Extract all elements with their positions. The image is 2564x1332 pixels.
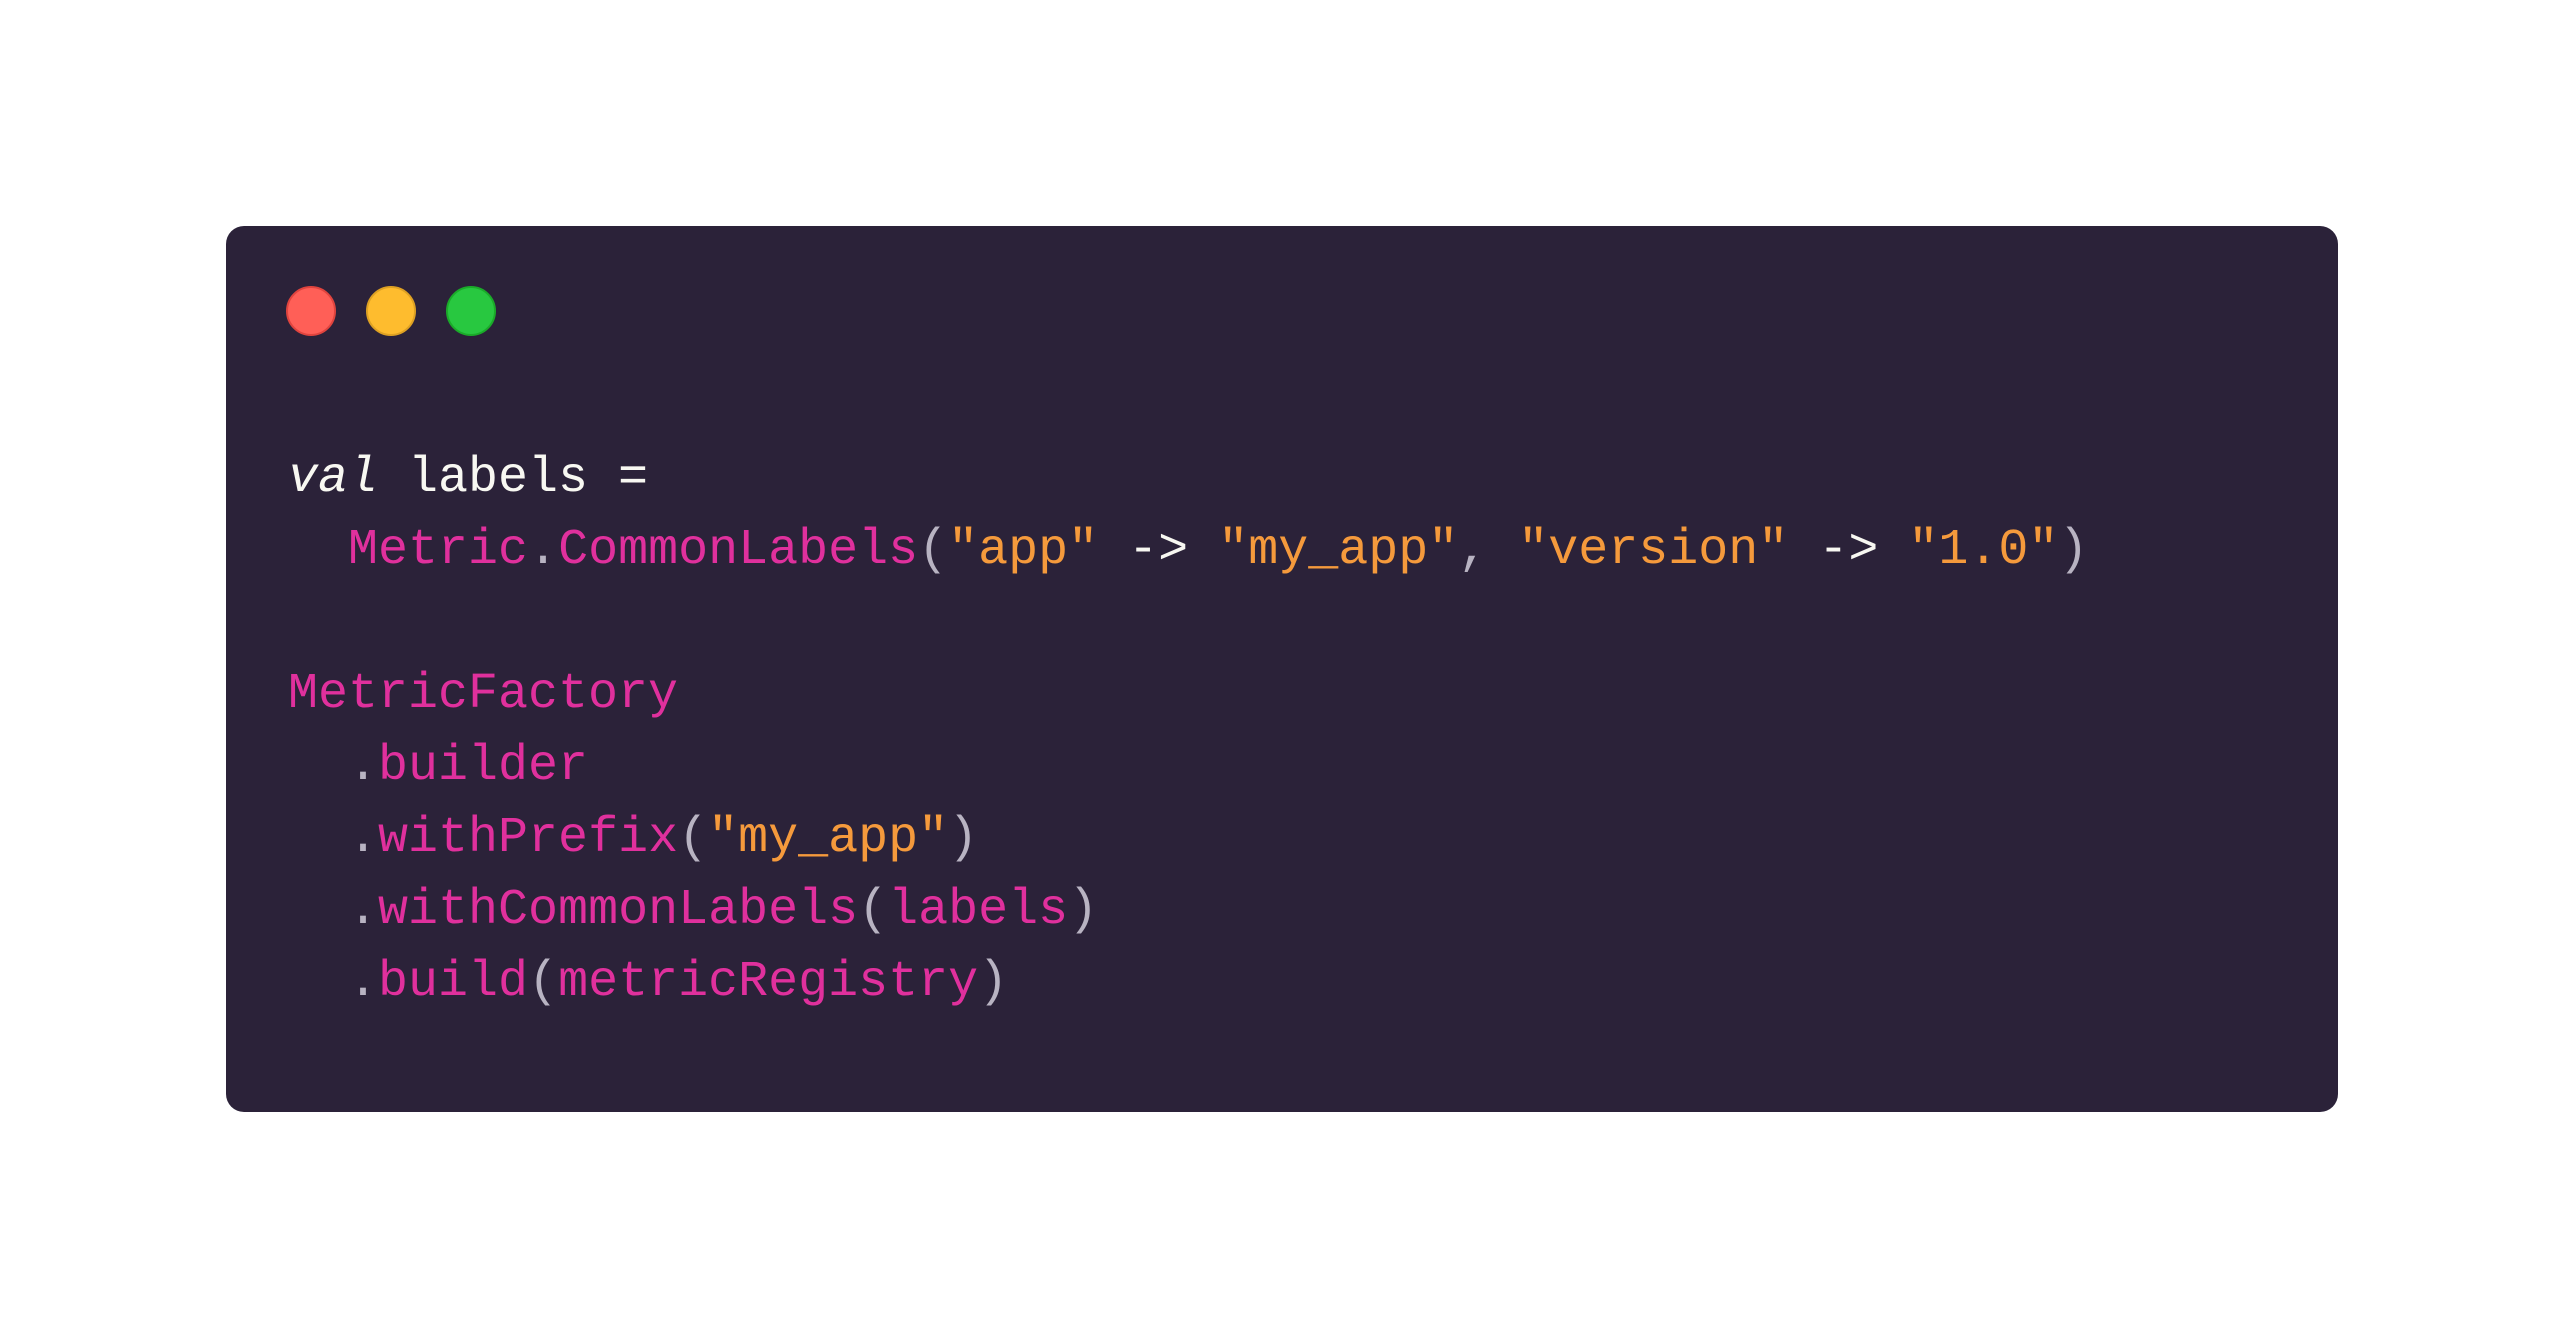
- code-line-5: .builder: [288, 731, 2088, 803]
- common-labels-call: CommonLabels: [558, 522, 919, 579]
- dot-operator: .: [348, 738, 379, 795]
- metric-factory-object: MetricFactory: [288, 666, 679, 723]
- labels-argument: labels: [888, 882, 1069, 939]
- keyword-val: val: [288, 450, 379, 507]
- builder-call: builder: [378, 738, 589, 795]
- dot-operator: .: [348, 810, 379, 867]
- code-block: val labels = Metric.CommonLabels("app" -…: [288, 443, 2088, 1019]
- code-line-7: .withCommonLabels(labels): [288, 875, 2088, 947]
- string-version-number: "1.0": [1908, 522, 2059, 579]
- arrow-operator: ->: [1098, 522, 1219, 579]
- open-paren: (: [678, 810, 709, 867]
- dot-operator: .: [528, 522, 559, 579]
- code-line-1: val labels =: [288, 443, 2088, 515]
- open-paren: (: [858, 882, 889, 939]
- maximize-dot-icon[interactable]: [446, 286, 496, 336]
- code-line-2: Metric.CommonLabels("app" -> "my_app", "…: [288, 515, 2088, 587]
- open-paren: (: [918, 522, 949, 579]
- labels-declaration: labels =: [378, 450, 649, 507]
- dot-operator: .: [348, 954, 379, 1011]
- comma: ,: [1458, 522, 1519, 579]
- string-version: "version": [1518, 522, 1789, 579]
- string-app: "app": [948, 522, 1099, 579]
- dot-operator: .: [348, 882, 379, 939]
- window-controls: [286, 286, 496, 336]
- code-window: val labels = Metric.CommonLabels("app" -…: [226, 226, 2338, 1112]
- open-paren: (: [528, 954, 559, 1011]
- with-prefix-call: withPrefix: [378, 810, 679, 867]
- metric-registry-argument: metricRegistry: [558, 954, 979, 1011]
- close-dot-icon[interactable]: [286, 286, 336, 336]
- with-common-labels-call: withCommonLabels: [378, 882, 859, 939]
- metric-object: Metric: [348, 522, 529, 579]
- build-call: build: [378, 954, 529, 1011]
- close-paren: ): [978, 954, 1009, 1011]
- string-my-app: "my_app": [708, 810, 949, 867]
- arrow-operator: ->: [1788, 522, 1909, 579]
- code-line-6: .withPrefix("my_app"): [288, 803, 2088, 875]
- close-paren: ): [1068, 882, 1099, 939]
- code-line-8: .build(metricRegistry): [288, 947, 2088, 1019]
- close-paren: ): [2058, 522, 2089, 579]
- code-line-4: MetricFactory: [288, 659, 2088, 731]
- close-paren: ): [948, 810, 979, 867]
- string-my-app: "my_app": [1218, 522, 1459, 579]
- minimize-dot-icon[interactable]: [366, 286, 416, 336]
